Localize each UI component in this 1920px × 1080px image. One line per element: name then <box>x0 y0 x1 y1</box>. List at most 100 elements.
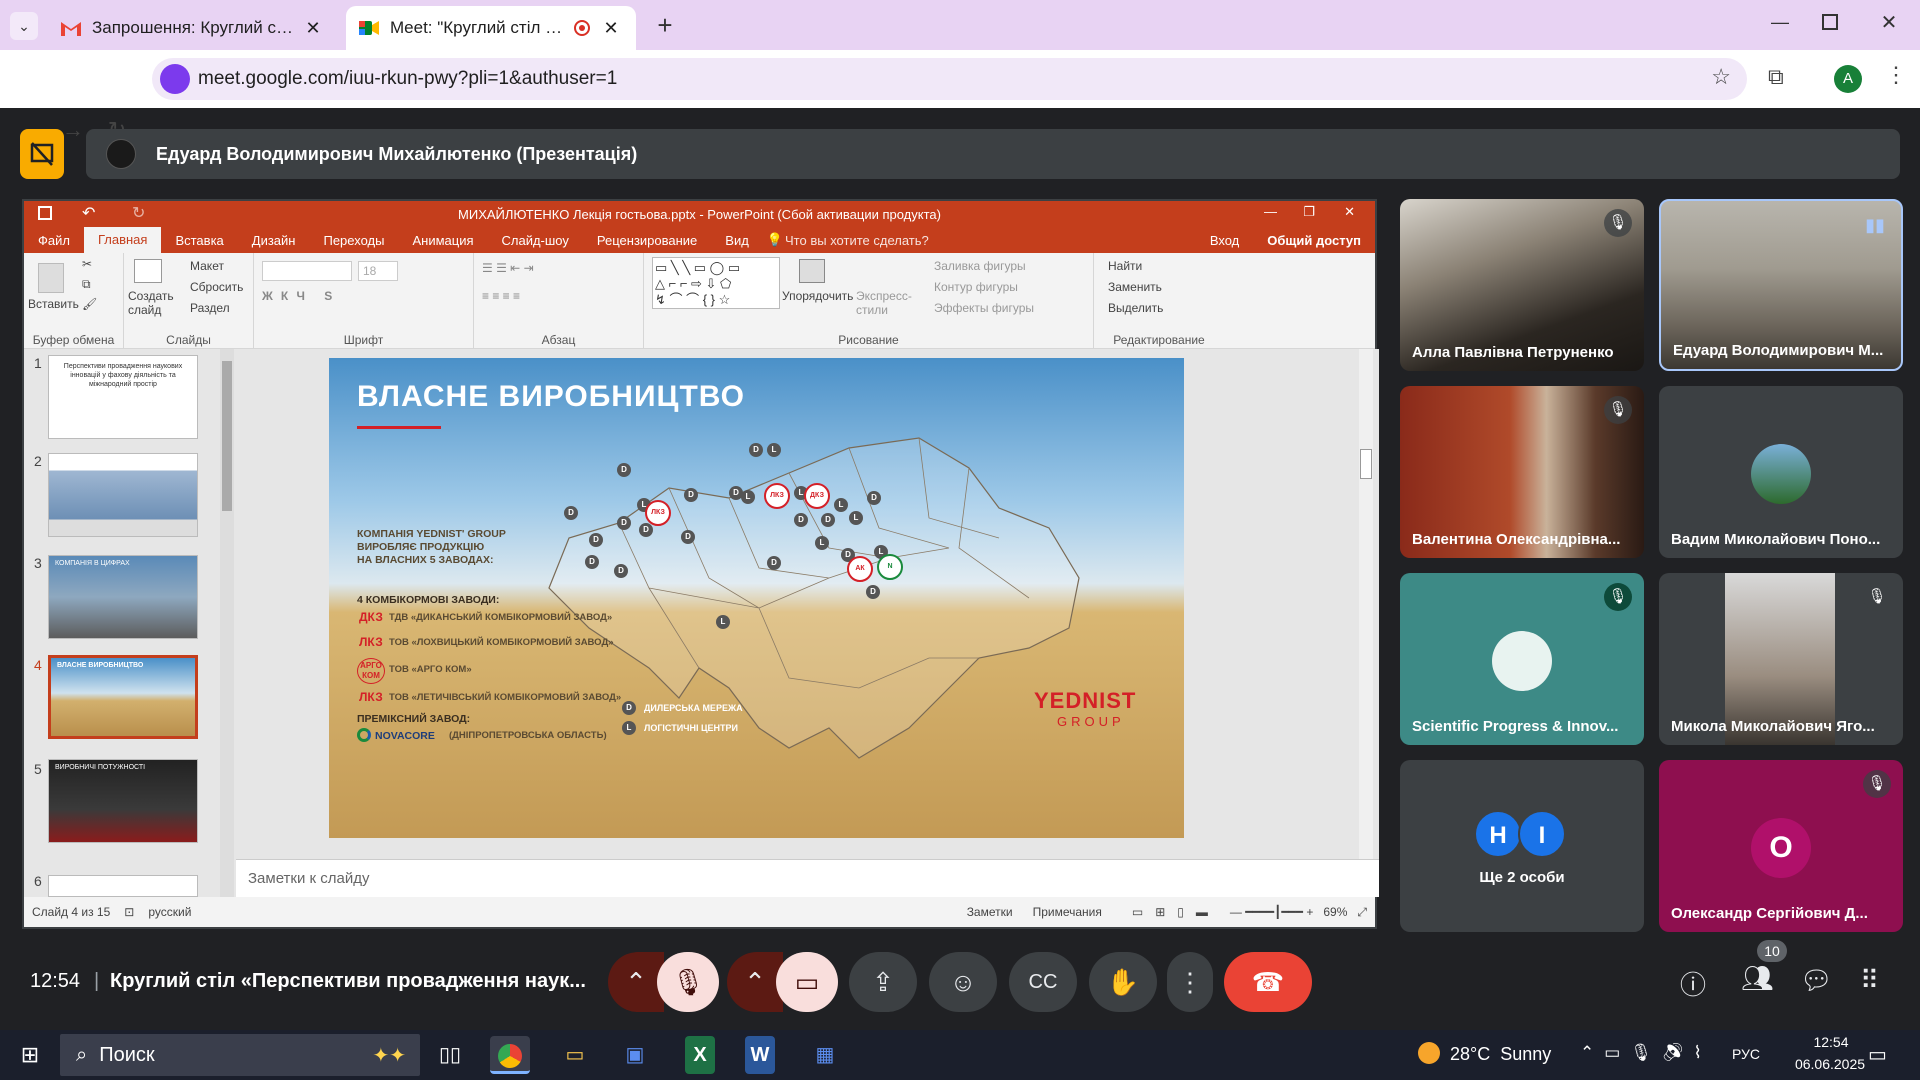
shape-outline-button[interactable]: Контур фигуры <box>934 280 1018 294</box>
zoom-slider[interactable]: — ━━━━┃━━━ + <box>1230 905 1313 919</box>
slide-thumbnail-6[interactable] <box>48 875 198 897</box>
quick-styles-button[interactable]: Экспресс-стили <box>856 289 912 317</box>
close-icon[interactable]: ✕ <box>300 18 326 39</box>
share-button[interactable]: Общий доступ <box>1253 233 1375 248</box>
slide-thumbnail-1[interactable]: Перспективи провадження наукових інновац… <box>48 355 198 439</box>
browser-tab-gmail[interactable]: Запрошення: Круглий стіл «Пе ✕ <box>48 6 338 50</box>
cut-icon[interactable]: ✂ <box>82 257 92 271</box>
arrange-icon[interactable] <box>799 259 825 283</box>
restore-icon[interactable] <box>1822 14 1838 30</box>
ppt-minimize-icon[interactable]: — <box>1264 204 1277 219</box>
ppt-tab-transitions[interactable]: Переходы <box>309 233 398 248</box>
copy-icon[interactable]: ⧉ <box>82 277 91 292</box>
input-language[interactable]: РУС <box>1732 1046 1760 1062</box>
ppt-tab-review[interactable]: Рецензирование <box>583 233 711 248</box>
captions-button[interactable]: CC <box>1009 952 1077 1012</box>
minimize-icon[interactable]: — <box>1765 12 1795 36</box>
paste-button[interactable]: Вставить <box>28 297 79 311</box>
paste-icon[interactable] <box>38 263 64 293</box>
slide-thumbnail-4[interactable]: ВЛАСНЕ ВИРОБНИЦТВО <box>48 655 198 739</box>
emoji-button[interactable]: ☺ <box>929 952 997 1012</box>
font-name-field[interactable] <box>262 261 352 281</box>
weather-text[interactable]: 28°C Sunny <box>1450 1044 1551 1065</box>
layout-button[interactable]: Макет <box>190 259 224 273</box>
browser-menu-icon[interactable]: ⋮ <box>1885 62 1907 88</box>
raise-hand-button[interactable]: ✋ <box>1089 952 1157 1012</box>
clock-date[interactable]: 06.06.2025 <box>1790 1056 1870 1072</box>
login-link[interactable]: Вход <box>1196 233 1253 248</box>
undo-icon[interactable]: ↶ <box>82 203 95 223</box>
file-explorer-icon[interactable]: ▭ <box>555 1036 595 1074</box>
ppt-tab-animation[interactable]: Анимация <box>398 233 487 248</box>
thumbs-scrollbar[interactable] <box>220 349 234 897</box>
new-slide-icon[interactable] <box>134 259 162 283</box>
select-button[interactable]: Выделить <box>1108 301 1163 315</box>
url-text[interactable]: meet.google.com/iuu-rkun-pwy?pli=1&authu… <box>198 68 617 90</box>
people-icon[interactable]: 👥︎ <box>1741 963 1774 994</box>
reset-button[interactable]: Сбросить <box>190 280 243 294</box>
section-button[interactable]: Раздел <box>190 301 230 315</box>
profile-avatar[interactable]: A <box>1834 65 1862 93</box>
ppt-restore-icon[interactable]: ❐ <box>1303 204 1315 220</box>
end-call-button[interactable]: ☎ <box>1224 952 1312 1012</box>
format-painter-icon[interactable]: 🖌 <box>82 297 97 311</box>
participant-tile-active[interactable]: ▮▮ Едуард Володимирович М... <box>1659 199 1903 371</box>
fit-slide-icon[interactable]: ⤢ <box>1357 905 1367 920</box>
bookmark-star-icon[interactable]: ☆ <box>1711 64 1731 90</box>
shape-fill-button[interactable]: Заливка фигуры <box>934 259 1026 273</box>
ppt-tab-file[interactable]: Файл <box>24 233 84 248</box>
extensions-icon[interactable]: ⧉ <box>1768 64 1784 90</box>
slide-thumbnail-2[interactable] <box>48 453 198 537</box>
camera-toggle-button[interactable]: ▭ <box>776 952 838 1012</box>
font-format-buttons[interactable]: ЖКЧ S <box>262 289 340 303</box>
ppt-tab-slideshow[interactable]: Слайд-шоу <box>488 233 583 248</box>
task-view-icon[interactable]: ▯▯ <box>430 1036 470 1074</box>
view-buttons[interactable]: ▭⊞▯▬ <box>1132 905 1220 919</box>
slide-thumbnail-5[interactable]: ВИРОБНИЧІ ПОТУЖНОСТІ <box>48 759 198 843</box>
participant-tile[interactable]: 🎙︎ Валентина Олександрівна... <box>1400 386 1644 558</box>
align-icon[interactable]: ≡ ≡ ≡ ≡ <box>482 289 520 303</box>
slide-thumbnail-3[interactable]: КОМПАНІЯ В ЦИФРАХ <box>48 555 198 639</box>
app-icon[interactable]: ▣ <box>615 1036 655 1074</box>
close-window-icon[interactable]: ✕ <box>1874 10 1904 38</box>
new-slide-button[interactable]: Создать слайд <box>128 289 174 317</box>
video-options-button[interactable]: ⌃ <box>727 952 783 1012</box>
ppt-tab-insert[interactable]: Вставка <box>161 233 237 248</box>
word-icon[interactable]: W <box>745 1036 775 1074</box>
excel-icon[interactable]: X <box>685 1036 715 1074</box>
present-screen-button[interactable]: ⇪ <box>849 952 917 1012</box>
stop-presenting-icon[interactable] <box>20 129 64 179</box>
notes-pane[interactable]: Заметки к слайду <box>236 859 1379 897</box>
zoom-level[interactable]: 69% <box>1323 905 1347 919</box>
ppt-close-icon[interactable]: ✕ <box>1344 204 1355 220</box>
font-size-field[interactable]: 18 <box>358 261 398 281</box>
save-icon[interactable] <box>38 206 52 220</box>
tab-search-button[interactable]: ⌄ <box>10 12 38 40</box>
calculator-icon[interactable]: ▦ <box>805 1036 845 1074</box>
more-participants-tile[interactable]: Н І Ще 2 особи <box>1400 760 1644 932</box>
chat-icon[interactable]: 💬︎ <box>1800 965 1833 996</box>
omnibox[interactable]: meet.google.com/iuu-rkun-pwy?pli=1&authu… <box>152 58 1747 100</box>
notes-toggle[interactable]: Заметки <box>967 905 1013 919</box>
taskbar-search-box[interactable]: ⌕ Поиск ✦✦ <box>60 1034 420 1076</box>
meeting-info-icon[interactable]: ⓘ <box>1680 965 1706 1002</box>
close-icon[interactable]: ✕ <box>598 18 624 39</box>
bullets-icon[interactable]: ☰ ☰ ⇤ ⇥ <box>482 261 534 275</box>
notifications-icon[interactable]: ▭ <box>1868 1042 1887 1067</box>
windows-start-icon[interactable]: ⊞ <box>10 1036 50 1074</box>
chrome-taskbar-icon[interactable] <box>490 1036 530 1074</box>
comments-toggle[interactable]: Примечания <box>1033 905 1102 919</box>
browser-tab-meet[interactable]: Meet: "Круглий стіл «Персп ✕ <box>346 6 636 50</box>
participant-tile[interactable]: 🎙︎ Микола Миколайович Яго... <box>1659 573 1903 745</box>
tell-me-box[interactable]: Что вы хотите сделать? <box>785 233 929 248</box>
new-tab-button[interactable]: + <box>650 10 680 40</box>
tray-icons[interactable]: ⌃▭🎙︎🔊︎⌇ <box>1580 1043 1712 1063</box>
participant-tile[interactable]: 🎙︎ О Олександр Сергійович Д... <box>1659 760 1903 932</box>
ppt-tab-view[interactable]: Вид <box>711 233 763 248</box>
shape-effects-button[interactable]: Эффекты фигуры <box>934 301 1034 315</box>
mic-toggle-button[interactable]: 🎙︎ <box>657 952 719 1012</box>
activities-icon[interactable]: ⠿ <box>1860 965 1879 996</box>
ppt-tab-home[interactable]: Главная <box>83 227 162 253</box>
clock-time[interactable]: 12:54 <box>1796 1034 1866 1050</box>
site-info-icon[interactable] <box>160 64 190 94</box>
